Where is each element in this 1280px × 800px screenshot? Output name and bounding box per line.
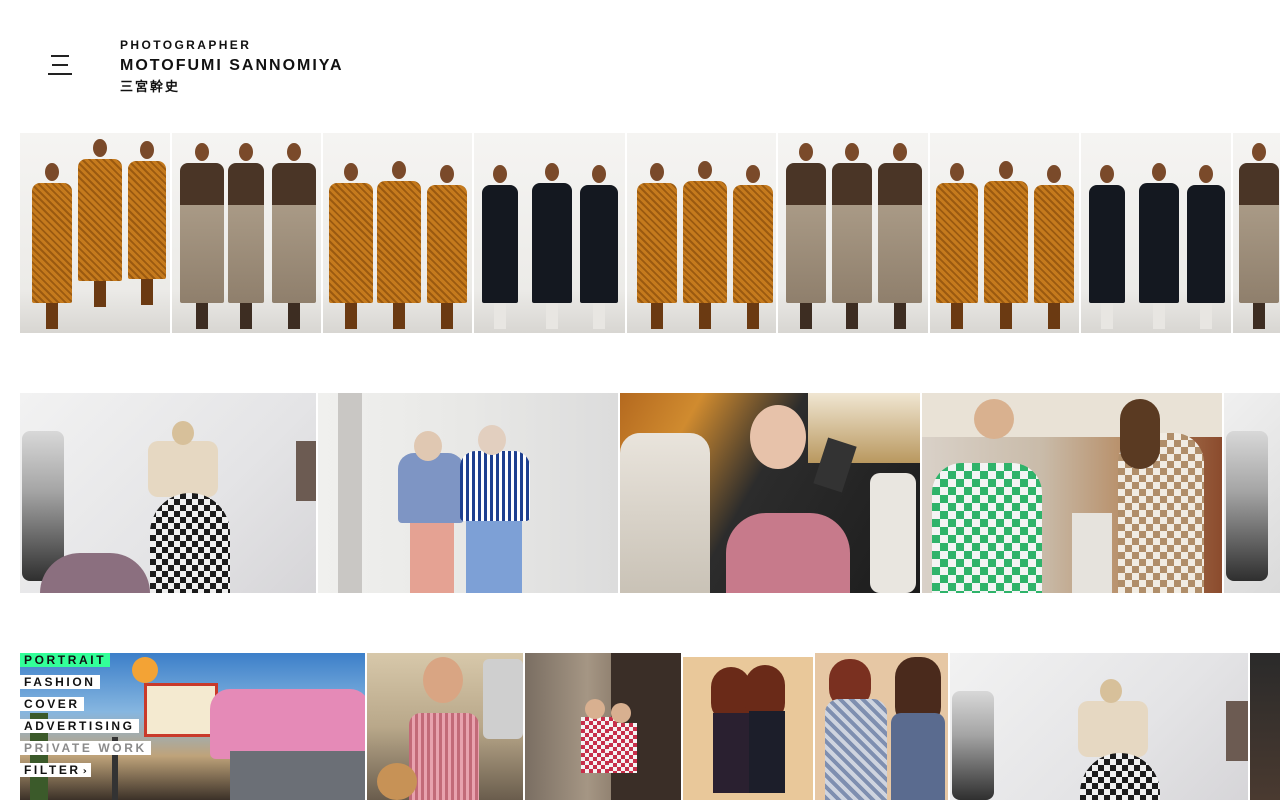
filter-fashion[interactable]: FASHION xyxy=(20,675,100,689)
photographer-name-japanese: 三宮幹史 xyxy=(120,80,181,95)
gallery-image[interactable] xyxy=(1081,133,1231,333)
gallery-image[interactable] xyxy=(474,133,625,333)
gallery-image[interactable] xyxy=(20,133,170,333)
gallery-image[interactable] xyxy=(367,653,523,800)
filter-toggle-button[interactable]: FILTER › xyxy=(20,763,91,777)
filter-label: FILTER xyxy=(24,763,81,777)
gallery-image[interactable] xyxy=(1250,653,1280,800)
gallery-image[interactable] xyxy=(950,653,1248,800)
photographer-name: MOTOFUMI SANNOMIYA xyxy=(120,57,344,74)
gallery-image[interactable] xyxy=(922,393,1222,593)
menu-button[interactable] xyxy=(48,53,72,77)
gallery-image[interactable] xyxy=(627,133,776,333)
filter-portrait[interactable]: PORTRAIT xyxy=(20,653,111,667)
menu-icon xyxy=(51,55,69,57)
category-filter-menu: PORTRAIT FASHION COVER ADVERTISING PRIVA… xyxy=(20,651,151,783)
gallery-image[interactable] xyxy=(930,133,1079,333)
filter-cover[interactable]: COVER xyxy=(20,697,84,711)
filter-private-work[interactable]: PRIVATE WORK xyxy=(20,741,151,755)
photographer-label: PHOTOGRAPHER xyxy=(120,38,252,52)
gallery-image[interactable] xyxy=(172,133,321,333)
gallery-row-portrait xyxy=(0,653,1280,800)
gallery-image[interactable] xyxy=(318,393,618,593)
filter-advertising[interactable]: ADVERTISING xyxy=(20,719,139,733)
menu-icon-line xyxy=(48,73,72,75)
gallery-image[interactable] xyxy=(323,133,472,333)
gallery-image[interactable] xyxy=(683,653,813,800)
gallery-image[interactable] xyxy=(815,653,948,800)
site-brand[interactable]: PHOTOGRAPHER MOTOFUMI SANNOMIYA 三宮幹史 xyxy=(120,38,344,96)
chevron-right-icon: › xyxy=(82,766,87,777)
gallery-image[interactable] xyxy=(620,393,920,593)
gallery-image[interactable] xyxy=(1233,133,1280,333)
gallery-row-editorial xyxy=(0,393,1280,593)
gallery-image[interactable] xyxy=(525,653,681,800)
gallery-image[interactable] xyxy=(20,393,316,593)
gallery-row-lookbook xyxy=(0,133,1280,333)
menu-icon-line xyxy=(52,64,68,66)
gallery-image[interactable] xyxy=(778,133,928,333)
gallery-image[interactable] xyxy=(1224,393,1280,593)
